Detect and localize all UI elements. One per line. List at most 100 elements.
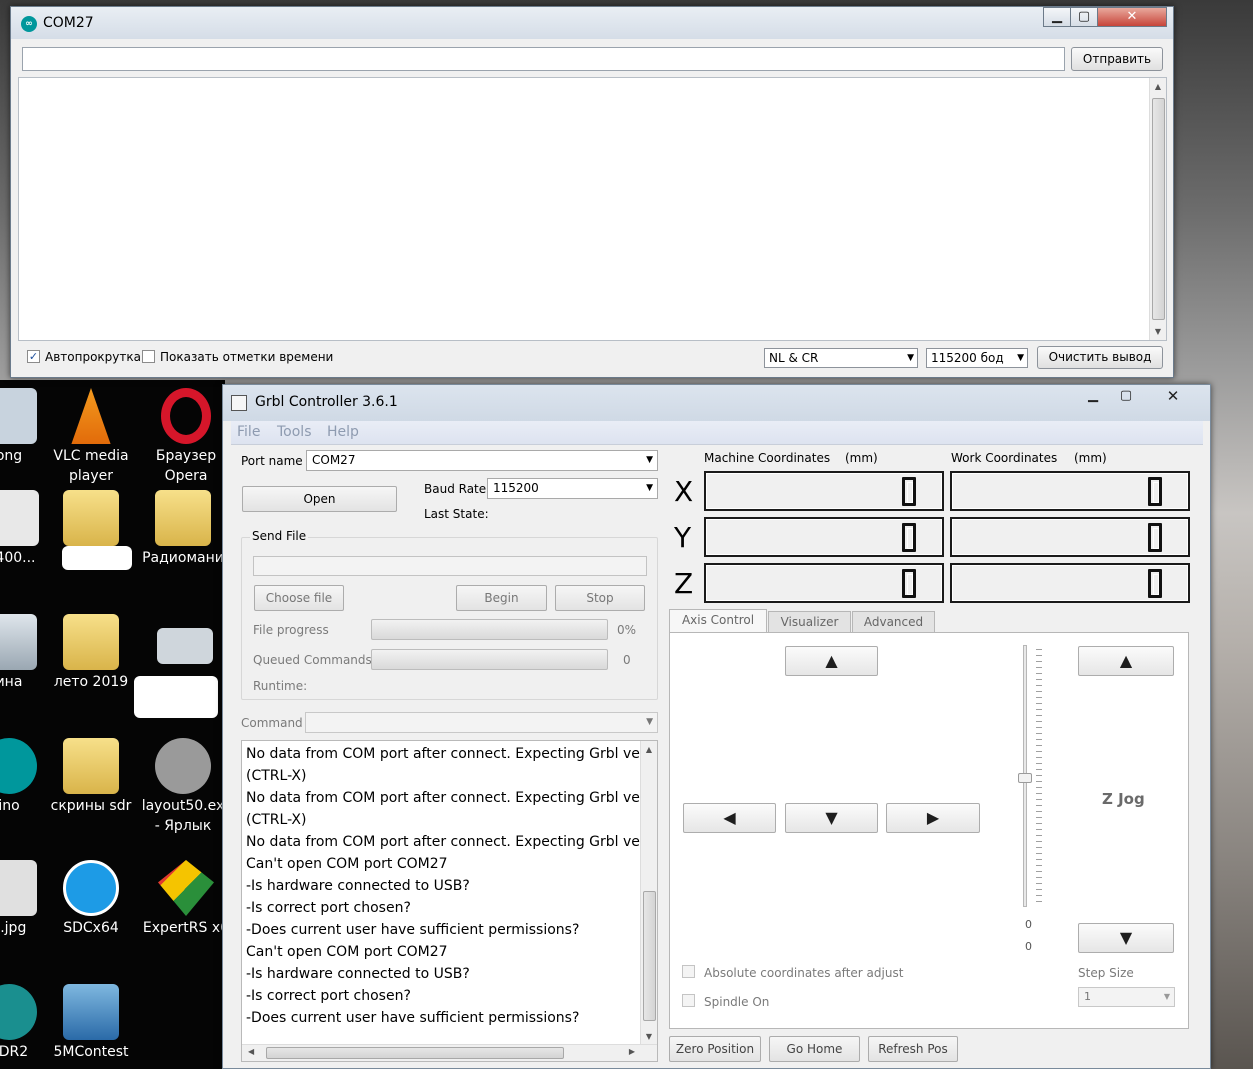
tab-axis-control[interactable]: Axis Control [669,609,767,633]
port-name-value: COM27 [312,453,356,467]
lcd-digit-zero [902,477,916,506]
desktop-icon-label: VLC media player [53,448,129,484]
desktop-icon-label: SDCx64 [63,920,119,936]
chevron-down-icon: ▼ [1017,353,1024,363]
jog-y-plus-button[interactable]: ▲ [785,646,878,676]
desktop-icon-mcontest[interactable]: 5MContest [46,984,136,1062]
stop-button[interactable]: Stop [555,585,645,611]
machine-z-display [704,563,944,603]
work-z-display [950,563,1190,603]
log-line: (CTRL-X) [246,768,307,784]
line-ending-select[interactable]: NL & CR ▼ [764,348,918,368]
refresh-pos-button[interactable]: Refresh Pos [868,1036,958,1062]
command-input[interactable]: ▼ [305,712,658,733]
minimize-button[interactable]: ▁ [1077,387,1109,407]
layout-app-icon [155,738,211,794]
absolute-coords-checkbox[interactable] [682,965,695,978]
serial-output-scrollbar[interactable]: ▲ ▼ [1149,78,1166,340]
desktop-icon-sdcx[interactable]: SDCx64 [46,860,136,938]
machine-y-display [704,517,944,557]
desktop-icon-label: Радиомани [142,550,224,566]
menu-tools[interactable]: Tools [277,424,312,440]
file-path-field[interactable] [253,556,647,576]
menu-file[interactable]: File [237,424,260,440]
desktop-icon-label: 5MContest [53,1044,129,1060]
spindle-on-checkbox[interactable] [682,994,695,1007]
redaction-blob [62,546,132,570]
desktop-icon-leto[interactable]: лето 2019 [46,614,136,692]
scroll-left-icon[interactable]: ◀ [248,1047,254,1056]
desktop-icon-vlc[interactable]: VLC media player [46,388,136,486]
opera-icon [161,388,211,444]
jog-z-plus-button[interactable]: ▲ [1078,646,1174,676]
desktop-icon-skriny[interactable]: скрины sdr [46,738,136,816]
jog-x-minus-button[interactable]: ◀ [683,803,776,833]
clear-output-button[interactable]: Очистить вывод [1037,346,1163,369]
desktop-icon-label: Браузер Opera [155,448,217,484]
scrollbar-thumb[interactable] [266,1047,564,1059]
begin-button[interactable]: Begin [456,585,547,611]
open-button[interactable]: Open [242,486,397,512]
jog-z-minus-button[interactable]: ▼ [1078,923,1174,953]
go-home-button[interactable]: Go Home [769,1036,860,1062]
queued-commands-label: Queued Commands [253,653,372,667]
axis-control-pane: ▲ ◀ ▼ ▶ 0 0 ▲ Z Jog ▼ Absolute coordinat… [669,632,1189,1029]
log-line: -Is hardware connected to USB? [246,966,470,982]
tab-advanced[interactable]: Advanced [852,611,935,633]
log-horizontal-scrollbar[interactable]: ◀ ▶ [242,1044,657,1061]
desktop-icon-opera[interactable]: Браузер Opera [141,388,231,486]
z-jog-label: Z Jog [1102,790,1145,808]
scroll-down-icon[interactable]: ▼ [1150,327,1166,336]
step-size-select[interactable]: 1 ▼ [1078,987,1175,1007]
lcd-digit-zero [1148,477,1162,506]
last-state-label: Last State: [424,507,489,521]
desktop-icon-radiomaniac[interactable]: Радиомани [138,490,228,568]
scroll-right-icon[interactable]: ▶ [629,1047,635,1056]
scroll-up-icon[interactable]: ▲ [641,745,657,754]
scrollbar-thumb[interactable] [643,891,656,1021]
z-jog-slider-ticks [1036,649,1042,905]
minimize-button[interactable]: ▁ [1043,7,1071,27]
work-coords-label: Work Coordinates [951,451,1058,465]
send-button[interactable]: Отправить [1071,47,1163,71]
desktop-icon-blank[interactable] [140,628,230,666]
scroll-down-icon[interactable]: ▼ [641,1032,657,1041]
desktop-icon-label: скрины sdr [50,798,132,814]
log-line: (CTRL-X) [246,812,307,828]
timestamps-checkbox[interactable] [142,350,155,363]
baud-select[interactable]: 115200 бод ▼ [926,348,1028,368]
serial-send-input[interactable] [22,47,1065,71]
choose-file-button[interactable]: Choose file [254,585,344,611]
serial-monitor-titlebar[interactable]: ∞ COM27 ▁ ▢ ✕ [11,7,1173,39]
desktop-icon-expertrs[interactable]: ExpertRS x6 [141,860,231,938]
desktop-icon-folder1[interactable] [46,490,136,548]
log-vertical-scrollbar[interactable]: ▲ ▼ [640,741,657,1045]
tab-visualizer[interactable]: Visualizer [768,611,851,633]
autoscroll-checkbox[interactable]: ✓ [27,350,40,363]
work-coords-unit: (mm) [1074,451,1107,465]
folder-icon [63,490,119,546]
baud-rate-select[interactable]: 115200 ▼ [487,478,658,499]
arduino-logo-icon: ∞ [21,16,37,32]
close-button[interactable]: ✕ [1155,387,1191,407]
sdc-app-icon [63,860,119,916]
vlc-cone-icon [71,388,111,444]
maximize-button[interactable]: ▢ [1070,7,1098,27]
grbl-titlebar[interactable]: Grbl Controller 3.6.1 ▁ ▢ ✕ [223,385,1210,421]
jog-y-minus-button[interactable]: ▼ [785,803,878,833]
menu-help[interactable]: Help [327,424,359,440]
zero-position-button[interactable]: Zero Position [669,1036,761,1062]
maximize-button[interactable]: ▢ [1111,387,1141,407]
scroll-up-icon[interactable]: ▲ [1150,82,1166,91]
close-button[interactable]: ✕ [1097,7,1167,27]
jog-x-plus-button[interactable]: ▶ [886,803,980,833]
port-name-select[interactable]: COM27 ▼ [306,450,658,471]
desktop-icon-layout[interactable]: layout50.ex - Ярлык [138,738,228,836]
axis-z-label: Z [674,567,694,600]
scrollbar-thumb[interactable] [1152,98,1165,320]
desktop-icon-label: layout50.ex - Ярлык [141,798,225,834]
work-x-display [950,471,1190,511]
z-jog-slider-handle[interactable] [1018,773,1032,783]
baud-value: 115200 бод [931,351,1004,365]
image-file-icon [0,860,37,916]
